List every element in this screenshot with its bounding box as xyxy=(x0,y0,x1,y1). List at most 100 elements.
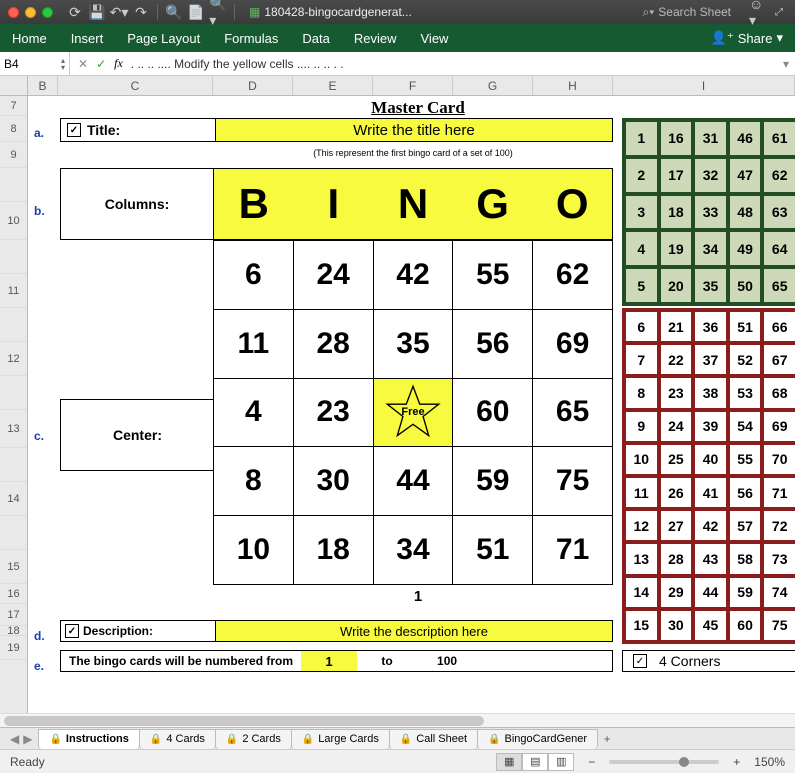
confirm-icon[interactable]: ✓ xyxy=(96,57,106,71)
desc-checkbox[interactable]: ✓ xyxy=(65,624,79,638)
title-input[interactable]: Write the title here xyxy=(215,119,612,141)
row-18[interactable]: 18 xyxy=(0,626,27,636)
zoom-in-icon[interactable]: 🔍▾ xyxy=(210,4,226,20)
col-I[interactable]: I xyxy=(613,76,795,95)
bingo-cell[interactable]: 18 xyxy=(294,516,374,584)
autosave-icon[interactable]: ⟳ xyxy=(67,4,83,20)
bingo-cell[interactable]: 8 xyxy=(214,447,294,515)
bingo-cell[interactable]: 75 xyxy=(533,447,612,515)
maximize-icon[interactable] xyxy=(42,7,53,18)
page-icon[interactable]: 📄 xyxy=(188,4,204,20)
bingo-cell[interactable]: 56 xyxy=(453,310,533,378)
feedback-icon[interactable]: ☺▾ xyxy=(749,4,765,20)
number-from[interactable]: 1 xyxy=(301,651,357,671)
bingo-cell[interactable]: 60 xyxy=(453,379,533,447)
row-15[interactable]: 15 xyxy=(0,550,27,584)
minimize-icon[interactable] xyxy=(25,7,36,18)
zoom-out-btn[interactable]: − xyxy=(582,755,601,769)
zoom-slider[interactable] xyxy=(609,760,719,764)
zoom-in-btn[interactable]: + xyxy=(727,755,746,769)
bingo-cell[interactable]: 62 xyxy=(533,241,612,309)
row-[interactable] xyxy=(0,240,27,274)
row-[interactable] xyxy=(0,516,27,550)
col-F[interactable]: F xyxy=(373,76,453,95)
bingo-cell[interactable]: 28 xyxy=(294,310,374,378)
worksheet[interactable]: 78910111213141516171819 Master Card a. b… xyxy=(0,96,795,713)
tab-prev-icon[interactable]: ◀ xyxy=(10,732,19,746)
zoom-level[interactable]: 150% xyxy=(754,755,785,769)
row-17[interactable]: 17 xyxy=(0,604,27,626)
row-12[interactable]: 12 xyxy=(0,342,27,376)
name-box[interactable]: B4 ▴▾ xyxy=(0,52,70,75)
row-8[interactable]: 8 xyxy=(0,116,27,142)
bingo-cell[interactable]: 24 xyxy=(294,241,374,309)
tab-page-layout[interactable]: Page Layout xyxy=(127,31,200,46)
tab-formulas[interactable]: Formulas xyxy=(224,31,278,46)
bingo-cell[interactable]: 10 xyxy=(214,516,294,584)
title-checkbox[interactable]: ✓ xyxy=(67,123,81,137)
view-normal-icon[interactable]: ▦ xyxy=(496,753,522,771)
corners-checkbox[interactable]: ✓ xyxy=(633,654,647,668)
view-layout-icon[interactable]: ▤ xyxy=(522,753,548,771)
expand-icon[interactable]: ⤢ xyxy=(771,4,787,20)
bingo-cell[interactable]: 69 xyxy=(533,310,612,378)
zoom-out-icon[interactable]: 🔍 xyxy=(166,4,182,20)
sheet-tab[interactable]: 🔒Instructions xyxy=(38,729,139,749)
bingo-letter[interactable]: N xyxy=(373,169,453,239)
sheet-tab[interactable]: 🔒Call Sheet xyxy=(389,729,478,749)
row-[interactable] xyxy=(0,376,27,410)
row-14[interactable]: 14 xyxy=(0,482,27,516)
bingo-letter[interactable]: I xyxy=(294,169,374,239)
row-[interactable] xyxy=(0,168,27,202)
bingo-cell[interactable]: 11 xyxy=(214,310,294,378)
sheet-tab[interactable]: 🔒2 Cards xyxy=(215,729,292,749)
desc-input[interactable]: Write the description here xyxy=(215,621,612,641)
col-B[interactable]: B xyxy=(28,76,58,95)
bingo-cell[interactable]: 51 xyxy=(453,516,533,584)
col-G[interactable]: G xyxy=(453,76,533,95)
bingo-cell[interactable]: 35 xyxy=(374,310,454,378)
bingo-letter[interactable]: B xyxy=(214,169,294,239)
bingo-cell[interactable]: 59 xyxy=(453,447,533,515)
sheet-tab[interactable]: 🔒Large Cards xyxy=(291,729,390,749)
bingo-cell[interactable]: 23 xyxy=(294,379,374,447)
bingo-cell[interactable]: 65 xyxy=(533,379,612,447)
col-H[interactable]: H xyxy=(533,76,613,95)
bingo-cell[interactable]: 55 xyxy=(453,241,533,309)
bingo-cell[interactable]: 34 xyxy=(374,516,454,584)
bingo-cell[interactable]: 6 xyxy=(214,241,294,309)
bingo-cell[interactable]: 30 xyxy=(294,447,374,515)
bingo-cell[interactable]: 4 xyxy=(214,379,294,447)
tab-next-icon[interactable]: ▶ xyxy=(23,732,32,746)
tab-home[interactable]: Home xyxy=(12,31,47,46)
view-break-icon[interactable]: ▥ xyxy=(548,753,574,771)
bingo-cell[interactable]: Free xyxy=(374,379,454,447)
search-sheet[interactable]: ⌕▾ Search Sheet xyxy=(643,5,731,20)
save-icon[interactable]: 💾 xyxy=(89,4,105,20)
col-E[interactable]: E xyxy=(293,76,373,95)
row-7[interactable]: 7 xyxy=(0,96,27,116)
row-10[interactable]: 10 xyxy=(0,202,27,240)
close-icon[interactable] xyxy=(8,7,19,18)
bingo-cell[interactable]: 42 xyxy=(374,241,454,309)
horizontal-scrollbar[interactable] xyxy=(0,713,795,727)
expand-formula-icon[interactable]: ▾ xyxy=(777,57,795,71)
fx-icon[interactable]: fx xyxy=(114,56,123,71)
col-C[interactable]: C xyxy=(58,76,213,95)
sheet-tab[interactable]: 🔒4 Cards xyxy=(139,729,216,749)
redo-icon[interactable]: ↷ xyxy=(133,4,149,20)
row-11[interactable]: 11 xyxy=(0,274,27,308)
tab-view[interactable]: View xyxy=(421,31,449,46)
share-button[interactable]: 👤⁺ Share ▾ xyxy=(711,30,783,46)
col-D[interactable]: D xyxy=(213,76,293,95)
bingo-letter[interactable]: O xyxy=(532,169,612,239)
row-19[interactable]: 19 xyxy=(0,636,27,660)
bingo-cell[interactable]: 71 xyxy=(533,516,612,584)
add-sheet-button[interactable]: + xyxy=(597,732,617,746)
row-16[interactable]: 16 xyxy=(0,584,27,604)
undo-icon[interactable]: ↶▾ xyxy=(111,4,127,20)
bingo-letter[interactable]: G xyxy=(453,169,533,239)
tab-data[interactable]: Data xyxy=(302,31,329,46)
row-[interactable] xyxy=(0,308,27,342)
cancel-icon[interactable]: ✕ xyxy=(78,57,88,71)
